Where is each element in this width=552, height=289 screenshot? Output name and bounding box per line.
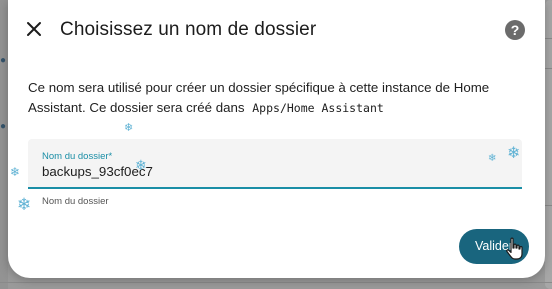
background-divider (545, 38, 552, 39)
folder-name-dialog: Choisissez un nom de dossier ? Ce nom se… (8, 0, 545, 278)
dialog-title: Choisissez un nom de dossier (60, 19, 317, 40)
folder-name-field[interactable]: Nom du dossier* backups_93cf0ec7 (28, 139, 522, 189)
folder-path-code: Apps/Home Assistant (252, 101, 384, 115)
background-card (545, 0, 552, 289)
background-divider (545, 68, 552, 69)
background-marker: ● (0, 121, 7, 132)
folder-name-helper: Nom du dossier (42, 196, 109, 207)
validate-button[interactable]: Valider (459, 229, 529, 264)
folder-name-input[interactable]: backups_93cf0ec7 (42, 164, 153, 179)
dialog-header: Choisissez un nom de dossier ? (8, 0, 545, 60)
folder-name-label: Nom du dossier* (42, 151, 113, 162)
close-icon (27, 22, 41, 36)
close-button[interactable] (22, 17, 46, 41)
help-circle-icon: ? (510, 22, 520, 38)
help-button[interactable]: ? (505, 20, 525, 40)
dialog-description: Ce nom sera utilisé pour créer un dossie… (28, 78, 528, 118)
background-marker: ● (0, 55, 7, 66)
background-divider (545, 205, 552, 206)
background-sidebar (0, 0, 8, 289)
background-divider (0, 282, 552, 283)
